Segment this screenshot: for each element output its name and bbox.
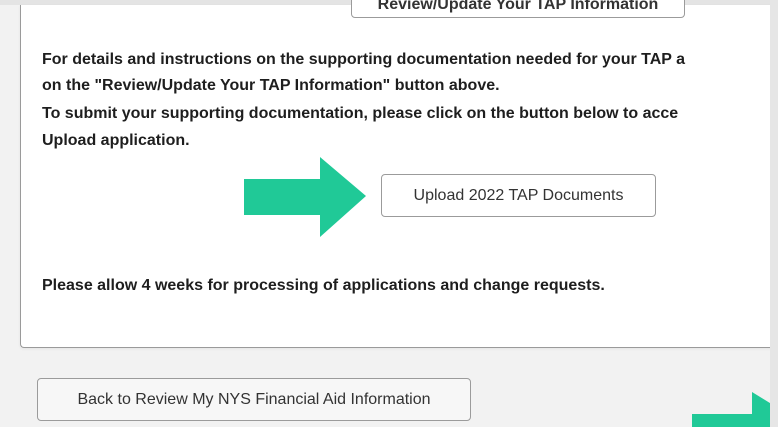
instructions-line-4: Upload application. <box>42 132 190 149</box>
arrow-right-icon <box>244 157 366 237</box>
review-update-tap-button-label: Review/Update Your TAP Information <box>377 0 659 13</box>
review-update-tap-button[interactable]: Review/Update Your TAP Information <box>351 0 685 18</box>
instructions-line-1: For details and instructions on the supp… <box>42 51 685 68</box>
back-to-review-button[interactable]: Back to Review My NYS Financial Aid Info… <box>37 378 471 421</box>
upload-tap-documents-button[interactable]: Upload 2022 TAP Documents <box>381 174 656 217</box>
processing-note: Please allow 4 weeks for processing of a… <box>42 277 605 294</box>
window-edge <box>770 0 778 427</box>
back-to-review-button-label: Back to Review My NYS Financial Aid Info… <box>77 390 431 408</box>
arrow-right-icon <box>692 392 778 427</box>
instructions-line-3: To submit your supporting documentation,… <box>42 105 679 122</box>
upload-tap-documents-button-label: Upload 2022 TAP Documents <box>413 186 624 204</box>
instructions-line-2: on the "Review/Update Your TAP Informati… <box>42 77 500 94</box>
